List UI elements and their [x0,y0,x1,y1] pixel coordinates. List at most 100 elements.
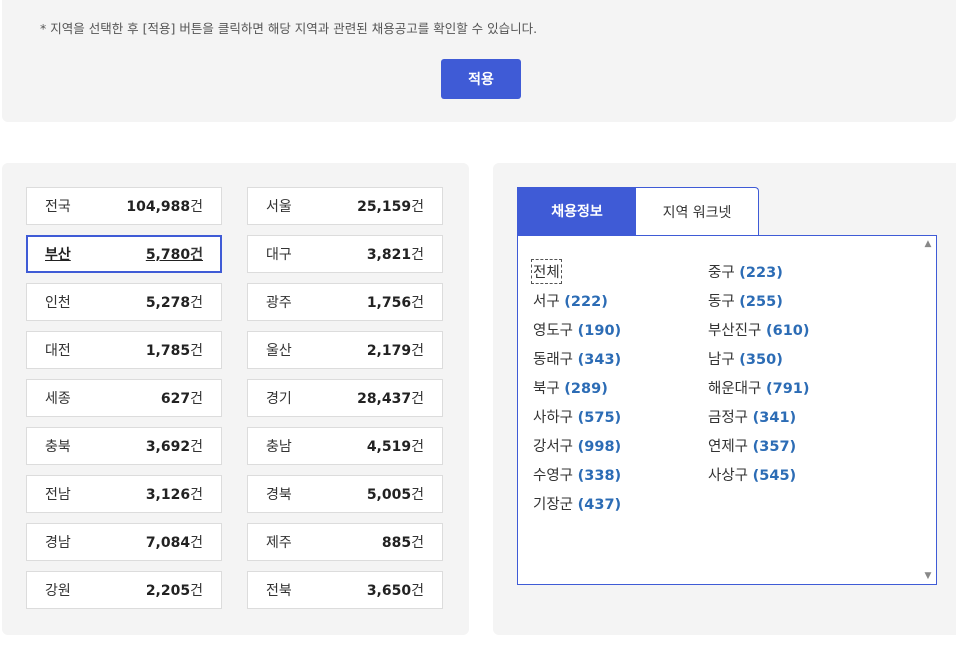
region-count: 627건 [161,388,203,408]
district-name: 해운대구 [708,381,762,397]
tab-regional-worknet[interactable]: 지역 워크넷 [636,187,759,235]
region-name: 부산 [45,247,71,263]
region-button[interactable]: 부산 5,780건 [26,235,222,273]
region-name: 강원 [45,583,71,599]
region-count-value: 1,756 [366,295,412,311]
district-name: 전체 [533,265,560,281]
district-name: 금정구 [708,410,749,426]
region-count-value: 3,692 [145,439,191,455]
district-item[interactable]: 영도구 (190) [533,319,621,340]
district-count: (343) [577,352,622,368]
district-item[interactable]: 연제구 (357) [708,435,796,456]
region-count-unit: 건 [411,343,424,359]
district-count: (610) [765,323,810,339]
district-count: (190) [577,323,622,339]
district-count: (338) [577,468,622,484]
region-name: 전국 [45,199,71,215]
district-item[interactable]: 강서구 (998) [533,435,621,456]
region-button[interactable]: 광주 1,756건 [247,283,443,321]
region-name: 경남 [45,535,71,551]
region-button[interactable]: 경기 28,437건 [247,379,443,417]
region-button[interactable]: 충남 4,519건 [247,427,443,465]
region-button[interactable]: 전남 3,126건 [26,475,222,513]
region-count-value: 28,437 [357,391,412,407]
region-button[interactable]: 대구 3,821건 [247,235,443,273]
region-count-value: 104,988 [126,199,191,215]
district-count: (575) [577,410,622,426]
region-count: 5,780건 [146,244,203,264]
district-item[interactable]: 동래구 (343) [533,348,621,369]
district-count: (437) [577,497,622,513]
district-name: 영도구 [533,323,574,339]
region-button[interactable]: 대전 1,785건 [26,331,222,369]
region-count: 3,692건 [146,436,203,456]
region-count: 7,084건 [146,532,203,552]
district-item[interactable]: 수영구 (338) [533,464,621,485]
region-name: 전남 [45,487,71,503]
district-item[interactable]: 금정구 (341) [708,406,796,427]
tab-job-info[interactable]: 채용정보 [517,187,637,235]
district-item[interactable]: 해운대구 (791) [708,377,810,398]
region-count: 1,756건 [367,292,424,312]
region-count: 5,005건 [367,484,424,504]
district-name: 동구 [708,294,735,310]
scroll-down-icon[interactable]: ▼ [922,571,934,581]
district-count: (791) [765,381,810,397]
region-button[interactable]: 세종 627건 [26,379,222,417]
district-item[interactable]: 북구 (289) [533,377,608,398]
region-count-unit: 건 [190,199,203,215]
district-count: (545) [752,468,797,484]
region-count-value: 2,205 [145,583,191,599]
district-name: 북구 [533,381,560,397]
district-item[interactable]: 남구 (350) [708,348,783,369]
region-button[interactable]: 서울 25,159건 [247,187,443,225]
region-name: 서울 [266,199,292,215]
region-button[interactable]: 울산 2,179건 [247,331,443,369]
district-item[interactable]: 기장군 (437) [533,493,621,514]
district-count: (222) [564,294,608,310]
region-filter-header: * 지역을 선택한 후 [적용] 버튼을 클릭하면 해당 지역과 관련된 채용공… [2,0,956,122]
region-button[interactable]: 경남 7,084건 [26,523,222,561]
region-count-value: 4,519 [366,439,412,455]
district-item[interactable]: 부산진구 (610) [708,319,810,340]
scroll-up-icon[interactable]: ▲ [922,239,934,249]
region-count-unit: 건 [190,247,203,263]
region-button[interactable]: 강원 2,205건 [26,571,222,609]
district-item[interactable]: 중구 (223) [708,261,783,282]
region-name: 경기 [266,391,292,407]
district-item[interactable]: 사상구 (545) [708,464,796,485]
district-all[interactable]: 전체 [531,259,562,284]
region-count: 28,437건 [357,388,424,408]
region-button[interactable]: 전북 3,650건 [247,571,443,609]
region-count: 1,785건 [146,340,203,360]
region-count-unit: 건 [190,439,203,455]
region-count-unit: 건 [190,583,203,599]
region-count-value: 7,084 [145,535,191,551]
district-name: 남구 [708,352,735,368]
region-count-unit: 건 [190,487,203,503]
region-count-unit: 건 [411,199,424,215]
region-count: 104,988건 [126,196,203,216]
region-count-value: 885 [381,535,412,551]
district-count: (357) [752,439,797,455]
district-item[interactable]: 서구 (222) [533,290,608,311]
region-count-unit: 건 [411,535,424,551]
region-button[interactable]: 경북 5,005건 [247,475,443,513]
apply-button[interactable]: 적용 [441,59,521,99]
district-item[interactable]: 동구 (255) [708,290,783,311]
region-button[interactable]: 제주 885건 [247,523,443,561]
region-count: 5,278건 [146,292,203,312]
region-count-unit: 건 [411,487,424,503]
region-button[interactable]: 충북 3,692건 [26,427,222,465]
district-name: 서구 [533,294,560,310]
district-count: (341) [752,410,797,426]
region-button[interactable]: 전국 104,988건 [26,187,222,225]
region-count-value: 25,159 [357,199,412,215]
district-count: (350) [739,352,783,368]
region-name: 세종 [45,391,71,407]
region-name: 경북 [266,487,292,503]
region-name: 대전 [45,343,71,359]
region-button[interactable]: 인천 5,278건 [26,283,222,321]
district-item[interactable]: 사하구 (575) [533,406,621,427]
district-name: 중구 [708,265,735,281]
